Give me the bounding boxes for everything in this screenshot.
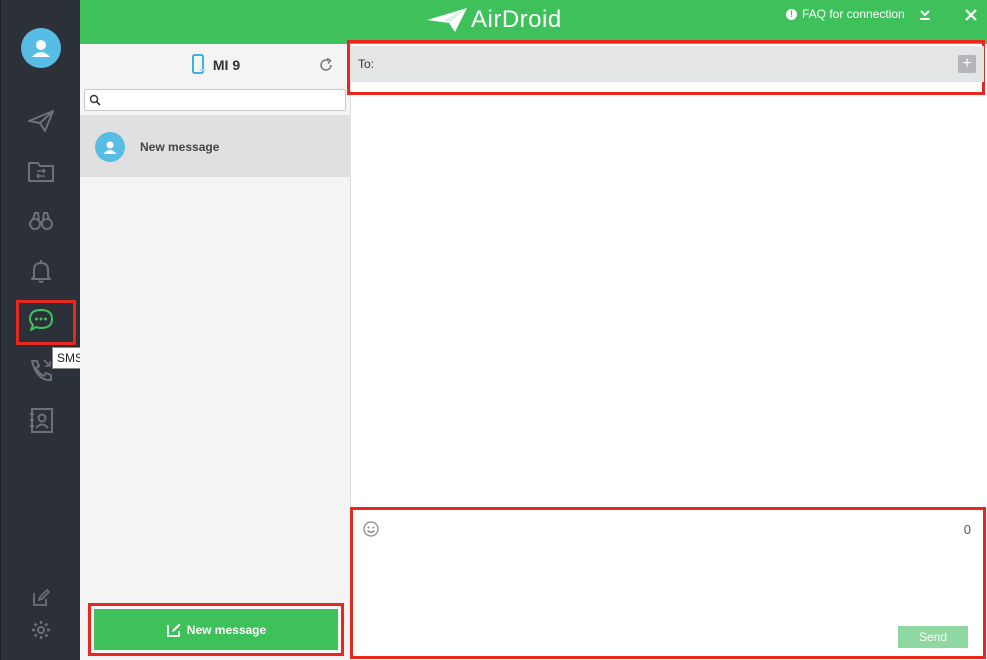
- search-box: [84, 89, 346, 111]
- settings-icon: [32, 621, 50, 639]
- settings-button[interactable]: [21, 610, 61, 650]
- sidebar-item-find-phone[interactable]: [21, 201, 61, 241]
- new-message-label: New message: [186, 622, 267, 637]
- minimize-icon: [920, 10, 930, 20]
- to-label: To:: [358, 57, 375, 71]
- emoji-icon: [363, 521, 379, 537]
- airdroid-logo-icon: [427, 8, 467, 32]
- new-message-highlight-box: New message: [88, 603, 344, 656]
- faq-label: FAQ for connection: [802, 7, 905, 21]
- sidebar-item-contacts[interactable]: [21, 400, 61, 440]
- sidebar: [0, 0, 80, 660]
- character-counter: 0: [963, 522, 971, 537]
- device-name: MI 9: [212, 57, 241, 73]
- add-recipient-button[interactable]: +: [958, 55, 976, 73]
- recipient-bar: To: +: [350, 46, 984, 82]
- feedback-icon: [33, 588, 51, 606]
- send-icon: [28, 110, 54, 132]
- user-avatar[interactable]: [21, 28, 61, 68]
- recipient-highlight-box: To: +: [347, 40, 985, 95]
- app-logo: AirDroid: [425, 6, 562, 34]
- sidebar-item-transfer[interactable]: [21, 101, 61, 141]
- list-item[interactable]: New message: [80, 116, 351, 177]
- conversation-avatar: [95, 131, 125, 162]
- app-logo-text: AirDroid: [471, 6, 562, 33]
- close-icon: [965, 9, 977, 21]
- contacts-icon: [30, 408, 53, 433]
- search-icon: [89, 94, 101, 106]
- message-input[interactable]: [361, 546, 971, 616]
- emoji-button[interactable]: [363, 521, 379, 537]
- info-icon: !: [786, 8, 797, 20]
- compose-highlight-box: 0 Send: [350, 507, 986, 659]
- refresh-button[interactable]: [318, 57, 334, 73]
- faq-link[interactable]: ! FAQ for connection: [786, 7, 905, 21]
- user-icon: [32, 40, 50, 57]
- notification-icon: [31, 260, 51, 283]
- title-bar: AirDroid ! FAQ for connection: [80, 0, 987, 44]
- device-header: MI 9: [80, 44, 351, 86]
- close-button[interactable]: [964, 8, 978, 22]
- sidebar-item-files[interactable]: [21, 151, 61, 191]
- conversation-list-pane: MI 9 New message New message: [80, 44, 351, 660]
- new-message-button[interactable]: New message: [94, 609, 338, 650]
- send-button[interactable]: Send: [898, 626, 968, 648]
- minimize-button[interactable]: [918, 8, 932, 22]
- binoculars-icon: [29, 212, 53, 230]
- compose-icon: [166, 623, 181, 637]
- calls-icon: [31, 359, 52, 382]
- search-input[interactable]: [103, 92, 339, 108]
- files-icon: [28, 162, 54, 182]
- user-icon: [103, 141, 117, 154]
- phone-icon: [191, 54, 206, 74]
- plus-icon: +: [962, 55, 972, 72]
- conversation-label: New message: [140, 139, 220, 154]
- sms-highlight-box: [16, 300, 76, 345]
- recipient-input[interactable]: [378, 54, 958, 74]
- chat-pane: To: + 0 Send: [347, 40, 987, 660]
- sidebar-item-notifications[interactable]: [21, 251, 61, 291]
- refresh-icon: [320, 57, 332, 71]
